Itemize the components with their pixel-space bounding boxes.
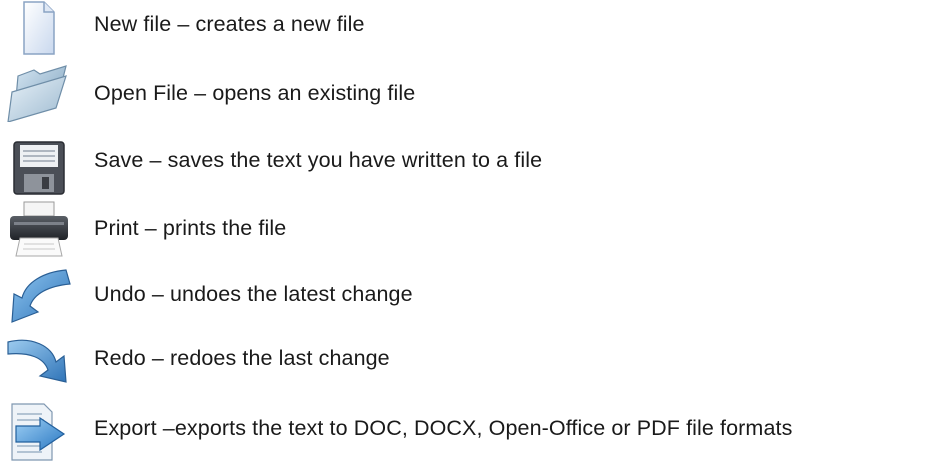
- new-file-label: New file – creates a new file: [94, 12, 365, 36]
- legend-item-redo: Redo – redoes the last change: [0, 328, 947, 388]
- undo-label: Undo – undoes the latest change: [94, 282, 413, 306]
- legend-item-new-file: New file – creates a new file: [0, 0, 947, 60]
- undo-arrow-icon: [4, 264, 74, 324]
- legend-item-export: Export –exports the text to DOC, DOCX, O…: [0, 396, 947, 461]
- legend-item-open-file: Open File – opens an existing file: [0, 62, 947, 122]
- open-file-label: Open File – opens an existing file: [94, 81, 416, 105]
- export-label: Export –exports the text to DOC, DOCX, O…: [94, 416, 793, 440]
- legend-item-save: Save – saves the text you have written t…: [0, 128, 947, 195]
- redo-label: Redo – redoes the last change: [94, 346, 390, 370]
- export-document-icon: [4, 402, 74, 462]
- open-folder-icon: [4, 62, 74, 122]
- printer-icon: [4, 198, 74, 258]
- save-label: Save – saves the text you have written t…: [94, 148, 543, 172]
- print-label: Print – prints the file: [94, 216, 287, 240]
- redo-arrow-icon: [4, 326, 74, 386]
- legend-item-print: Print – prints the file: [0, 194, 947, 257]
- floppy-disk-icon: [4, 136, 74, 196]
- legend-item-undo: Undo – undoes the latest change: [0, 262, 947, 324]
- new-file-icon: [4, 0, 74, 58]
